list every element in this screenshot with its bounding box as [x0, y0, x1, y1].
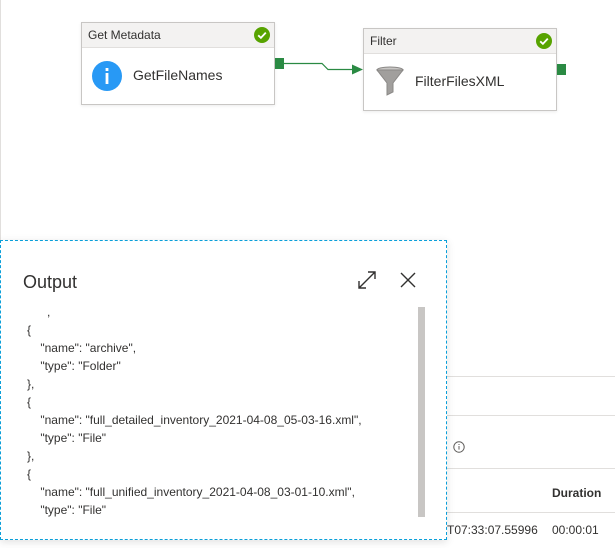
- info-circle-icon[interactable]: [453, 441, 465, 453]
- output-json-content[interactable]: , { "name": "archive", "type": "Folder" …: [27, 303, 419, 517]
- expand-icon[interactable]: [356, 269, 378, 291]
- activity-name: FilterFilesXML: [415, 73, 505, 89]
- close-icon[interactable]: [397, 269, 419, 291]
- success-check-icon: [254, 27, 270, 43]
- success-check-icon: [536, 33, 552, 49]
- run-duration-cell: 00:00:01: [552, 523, 599, 537]
- output-scrollbar[interactable]: [418, 307, 425, 517]
- run-start-cell: T07:33:07.55996: [447, 523, 538, 537]
- canvas-edge: [0, 0, 1, 240]
- activity-type-label: Filter: [370, 34, 397, 48]
- output-port[interactable]: [557, 64, 566, 75]
- activity-header: Filter: [364, 29, 556, 54]
- activity-name: GetFileNames: [133, 67, 223, 83]
- activity-filter[interactable]: Filter FilterFilesXML: [363, 28, 557, 111]
- divider: [447, 415, 615, 416]
- activity-header: Get Metadata: [82, 23, 274, 48]
- activity-get-metadata[interactable]: Get Metadata GetFileNames: [81, 22, 275, 105]
- divider: [447, 468, 615, 469]
- output-port[interactable]: [275, 58, 284, 69]
- divider: [447, 512, 615, 513]
- activity-connector: [284, 62, 363, 75]
- activity-type-label: Get Metadata: [88, 28, 161, 42]
- output-panel: Output , { "name": "archive", "type": "F…: [0, 240, 447, 540]
- divider: [447, 376, 615, 377]
- duration-column-header[interactable]: Duration: [552, 486, 601, 500]
- info-icon: [92, 61, 122, 91]
- funnel-icon: [375, 66, 405, 96]
- output-title: Output: [23, 272, 78, 292]
